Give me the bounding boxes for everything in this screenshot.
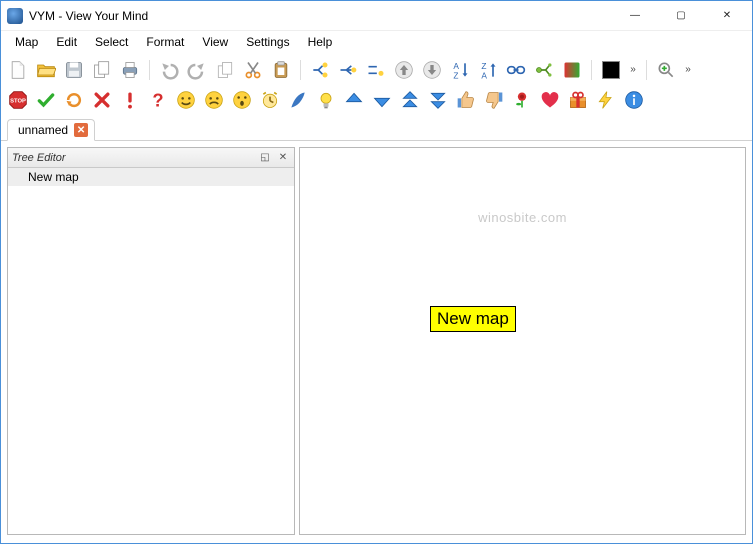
- svg-text:Z: Z: [453, 70, 458, 80]
- tree-editor-panel: Tree Editor ◱ ✕ New map: [7, 147, 295, 535]
- menu-view[interactable]: View: [194, 33, 236, 51]
- menu-format[interactable]: Format: [138, 33, 192, 51]
- watermark-text: winosbite.com: [478, 210, 567, 225]
- new-file-icon[interactable]: [5, 57, 31, 83]
- tabbar: unnamed ✕: [1, 115, 752, 141]
- lightning-icon[interactable]: [593, 87, 619, 113]
- toolbar-overflow-1[interactable]: »: [626, 57, 640, 83]
- arrow-up-blue-icon[interactable]: [341, 87, 367, 113]
- arrow-down-blue-icon[interactable]: [369, 87, 395, 113]
- maximize-button[interactable]: ▢: [658, 1, 704, 31]
- svg-text:?: ?: [152, 90, 163, 110]
- link-icon[interactable]: [503, 57, 529, 83]
- smiley-happy-icon[interactable]: [173, 87, 199, 113]
- root-node[interactable]: New map: [430, 306, 516, 332]
- add-child-branch-icon[interactable]: [335, 57, 361, 83]
- app-icon: [7, 8, 23, 24]
- double-up-blue-icon[interactable]: [397, 87, 423, 113]
- alarm-clock-icon[interactable]: [257, 87, 283, 113]
- menu-map[interactable]: Map: [7, 33, 46, 51]
- tree-body[interactable]: New map: [8, 168, 294, 534]
- gradient-swatch-icon[interactable]: [559, 57, 585, 83]
- toolbars: AZ ZA » » STOP ?: [1, 53, 752, 115]
- sort-az-icon[interactable]: AZ: [447, 57, 473, 83]
- add-sibling-branch-icon[interactable]: [363, 57, 389, 83]
- info-icon[interactable]: [621, 87, 647, 113]
- window-controls: — ▢ ✕: [612, 1, 750, 31]
- tree-editor-title: Tree Editor: [12, 152, 254, 164]
- workarea: Tree Editor ◱ ✕ New map winosbite.com Ne…: [1, 141, 752, 541]
- separator: [300, 60, 301, 80]
- minimize-button[interactable]: —: [612, 1, 658, 31]
- close-button[interactable]: ✕: [704, 1, 750, 31]
- mindmap-canvas[interactable]: winosbite.com New map: [300, 148, 745, 534]
- window-title: VYM - View Your Mind: [29, 9, 612, 23]
- svg-text:STOP: STOP: [10, 99, 26, 105]
- undock-icon[interactable]: ◱: [258, 151, 272, 165]
- tree-item-root[interactable]: New map: [8, 168, 294, 186]
- copy-icon[interactable]: [212, 57, 238, 83]
- titlebar: VYM - View Your Mind — ▢ ✕: [1, 1, 752, 31]
- thumbs-up-icon[interactable]: [453, 87, 479, 113]
- svg-text:A: A: [481, 70, 487, 80]
- add-branch-star-icon[interactable]: [307, 57, 333, 83]
- color-swatch-button[interactable]: [598, 57, 624, 83]
- heart-icon[interactable]: [537, 87, 563, 113]
- toolbar-overflow-2[interactable]: »: [681, 57, 695, 83]
- save-icon[interactable]: [61, 57, 87, 83]
- up-arrow-icon[interactable]: [391, 57, 417, 83]
- lightbulb-icon[interactable]: [313, 87, 339, 113]
- down-arrow-icon[interactable]: [419, 57, 445, 83]
- rose-icon[interactable]: [509, 87, 535, 113]
- sort-za-icon[interactable]: ZA: [475, 57, 501, 83]
- tab-label: unnamed: [18, 123, 68, 137]
- canvas-panel: winosbite.com New map: [299, 147, 746, 535]
- thumbs-down-icon[interactable]: [481, 87, 507, 113]
- paste-icon[interactable]: [268, 57, 294, 83]
- color-swatch: [602, 61, 620, 79]
- smiley-sad-icon[interactable]: [201, 87, 227, 113]
- subtree-icon[interactable]: [531, 57, 557, 83]
- refresh-orange-icon[interactable]: [61, 87, 87, 113]
- feather-icon[interactable]: [285, 87, 311, 113]
- tree-editor-header: Tree Editor ◱ ✕: [8, 148, 294, 168]
- tab-close-icon[interactable]: ✕: [74, 123, 88, 137]
- menu-help[interactable]: Help: [300, 33, 341, 51]
- gift-icon[interactable]: [565, 87, 591, 113]
- separator: [646, 60, 647, 80]
- close-panel-icon[interactable]: ✕: [276, 151, 290, 165]
- stop-sign-icon[interactable]: STOP: [5, 87, 31, 113]
- menubar: Map Edit Select Format View Settings Hel…: [1, 31, 752, 53]
- redo-icon[interactable]: [184, 57, 210, 83]
- green-check-icon[interactable]: [33, 87, 59, 113]
- double-down-blue-icon[interactable]: [425, 87, 451, 113]
- exclamation-icon[interactable]: [117, 87, 143, 113]
- smiley-surprised-icon[interactable]: [229, 87, 255, 113]
- question-red-icon[interactable]: ?: [145, 87, 171, 113]
- copy-map-icon[interactable]: [89, 57, 115, 83]
- toolbar-row-1: AZ ZA » »: [5, 55, 748, 85]
- toolbar-row-2: STOP ?: [5, 85, 748, 115]
- tab-unnamed[interactable]: unnamed ✕: [7, 119, 95, 141]
- menu-settings[interactable]: Settings: [238, 33, 297, 51]
- menu-select[interactable]: Select: [87, 33, 136, 51]
- separator: [591, 60, 592, 80]
- print-icon[interactable]: [117, 57, 143, 83]
- undo-icon[interactable]: [156, 57, 182, 83]
- open-file-icon[interactable]: [33, 57, 59, 83]
- separator: [149, 60, 150, 80]
- red-x-icon[interactable]: [89, 87, 115, 113]
- zoom-in-icon[interactable]: [653, 57, 679, 83]
- cut-icon[interactable]: [240, 57, 266, 83]
- menu-edit[interactable]: Edit: [48, 33, 85, 51]
